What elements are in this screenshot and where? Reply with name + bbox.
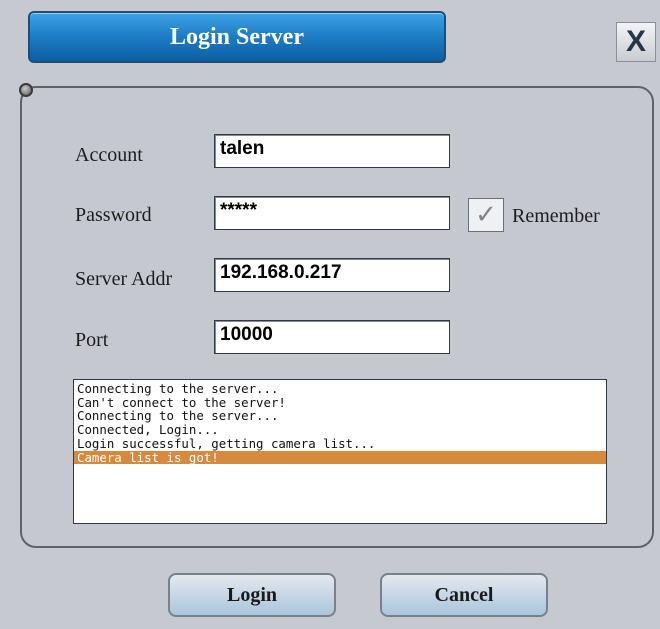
title-bar: Login Server bbox=[28, 11, 446, 63]
window-title: Login Server bbox=[170, 23, 304, 50]
log-line[interactable]: Can't connect to the server! bbox=[74, 395, 606, 410]
log-line[interactable]: Connecting to the server... bbox=[74, 409, 606, 423]
login-button[interactable]: Login bbox=[168, 573, 336, 617]
log-output[interactable]: Connecting to the server... Can't connect… bbox=[73, 379, 607, 524]
check-icon: ✓ bbox=[475, 200, 497, 229]
cancel-button-label: Cancel bbox=[434, 583, 494, 606]
close-button[interactable]: X bbox=[616, 22, 656, 62]
password-field[interactable]: ***** bbox=[214, 196, 450, 230]
log-line[interactable]: Connecting to the server... bbox=[74, 382, 606, 396]
account-label: Account bbox=[75, 144, 143, 166]
status-led-icon bbox=[19, 83, 33, 97]
server-addr-label: Server Addr bbox=[75, 268, 173, 290]
login-button-label: Login bbox=[226, 583, 278, 606]
account-field[interactable]: talen bbox=[214, 134, 450, 168]
cancel-button[interactable]: Cancel bbox=[380, 573, 548, 617]
remember-label: Remember bbox=[512, 205, 600, 227]
log-line[interactable]: Connected, Login... bbox=[74, 423, 606, 437]
close-icon: X bbox=[625, 25, 646, 58]
log-line[interactable]: Camera list is got! bbox=[74, 450, 606, 465]
password-label: Password bbox=[75, 204, 152, 226]
remember-checkbox[interactable]: ✓ bbox=[468, 198, 504, 232]
log-line[interactable]: Login successful, getting camera list... bbox=[74, 437, 606, 451]
server-addr-field[interactable]: 192.168.0.217 bbox=[214, 258, 450, 292]
port-label: Port bbox=[75, 329, 109, 351]
port-field[interactable]: 10000 bbox=[214, 320, 450, 354]
